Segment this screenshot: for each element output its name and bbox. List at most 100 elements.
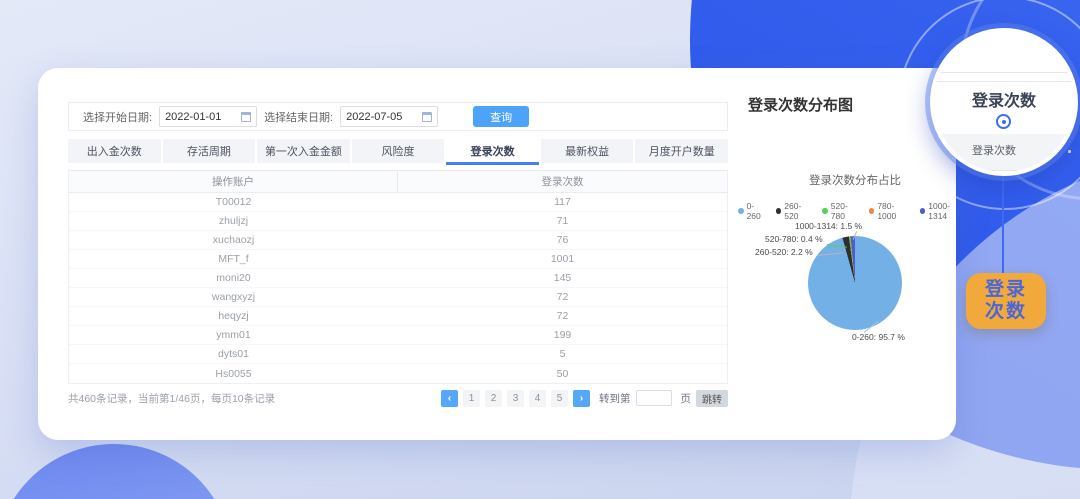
count-cell: 71 [556, 215, 569, 227]
table-row[interactable]: T00012 117 [69, 193, 727, 212]
magnifier-lens: 登录次数 登录次数 [930, 28, 1078, 176]
legend-item-260-520[interactable]: 260-520 [775, 201, 814, 221]
count-cell: 145 [553, 272, 572, 284]
tab-deposit-withdraw-count[interactable]: 出入金次数 [68, 139, 161, 163]
count-cell: 50 [556, 367, 569, 380]
account-cell: wangxyzj [211, 291, 256, 303]
legend-label: 520-780 [830, 201, 848, 221]
tab-survival-cycle[interactable]: 存活周期 [162, 139, 256, 163]
login-count-badge: 登录 次数 [966, 273, 1046, 329]
count-cell: 199 [553, 329, 572, 341]
pie-label-520-780: 520-780: 0.4 % [765, 234, 823, 244]
badge-line-1: 登录 [984, 279, 1027, 300]
jump-button[interactable]: 跳转 [696, 389, 728, 407]
goto-page-suffix: 页 [680, 392, 692, 405]
account-cell: heqyzj [218, 310, 249, 322]
goto-page-input[interactable] [635, 390, 672, 406]
legend-label: 0-260 [746, 201, 761, 221]
account-cell: zhuljzj [218, 215, 249, 227]
main-card: 选择开始日期: 2022-01-01 选择结束日期: 2022-07-05 查询… [38, 68, 956, 440]
start-date-value: 2022-01-01 [165, 110, 222, 123]
count-cell: 117 [554, 196, 571, 208]
account-cell: Hs0055 [215, 367, 252, 380]
account-cell: MFT_f [218, 253, 249, 265]
legend-item-1000-1314[interactable]: 1000-1314 [919, 201, 966, 221]
table-row[interactable]: heqyzj 72 [69, 307, 727, 326]
legend-dot [822, 208, 828, 214]
legend-label: 780-1000 [877, 201, 897, 221]
background-bottom-left-circle [0, 444, 233, 499]
account-cell: xuchaozj [212, 234, 255, 246]
count-cell: 72 [556, 291, 569, 303]
pie-label-1000-1314: 1000-1314: 1.5 % [795, 221, 863, 231]
tab-risk-degree[interactable]: 风险度 [351, 139, 445, 163]
count-cell: 5 [559, 348, 566, 360]
legend-dot [775, 208, 782, 214]
end-date-value: 2022-07-05 [346, 110, 403, 123]
legend-dot [738, 208, 744, 214]
magnified-divider [934, 72, 1074, 73]
table-footer: 共460条记录，当前第1/46页，每页10条记录 ‹ 1 2 3 4 5 › 转… [68, 388, 728, 408]
tab-bar: 出入金次数 存活周期 第一次入金金额 风险度 登录次数 最新权益 月度开户数量 [68, 139, 729, 165]
legend-item-780-1000[interactable]: 780-1000 [868, 201, 911, 221]
record-summary: 共460条记录，当前第1/46页，每页10条记录 [68, 392, 276, 405]
end-date-input[interactable]: 2022-07-05 [340, 106, 439, 127]
legend-item-0-260[interactable]: 0-260 [738, 201, 767, 221]
next-page-button[interactable]: › [573, 389, 590, 407]
goto-page-label: 转到第 [599, 392, 631, 405]
pie-chart[interactable] [808, 236, 902, 330]
account-cell: T00012 [215, 196, 252, 208]
account-cell: ymm01 [216, 329, 251, 341]
tab-monthly-accounts[interactable]: 月度开户数量 [635, 139, 729, 163]
legend-dot [919, 208, 926, 214]
column-header-account: 操作账户 [69, 171, 398, 192]
count-cell: 76 [556, 234, 569, 246]
pie-label-260-520: 260-520: 2.2 % [755, 247, 813, 257]
page-button-2[interactable]: 2 [485, 389, 502, 407]
page-button-3[interactable]: 3 [507, 389, 524, 407]
table-row[interactable]: ymm01 199 [69, 326, 727, 345]
magnified-divider [934, 81, 1074, 82]
count-cell: 72 [556, 310, 569, 322]
tab-first-deposit-amount[interactable]: 第一次入金金额 [257, 139, 350, 163]
tab-latest-equity[interactable]: 最新权益 [540, 139, 634, 163]
magnified-login-count-tab[interactable]: 登录次数 [934, 87, 1074, 111]
table-row[interactable]: moni20 145 [69, 269, 727, 288]
legend-item-520-780[interactable]: 520-780 [822, 201, 860, 221]
search-button[interactable]: 查询 [473, 106, 530, 127]
legend-label: 1000-1314 [928, 201, 950, 221]
page-button-4[interactable]: 4 [529, 389, 546, 407]
end-date-label: 选择结束日期: [264, 111, 334, 124]
tab-login-count[interactable]: 登录次数 [446, 139, 539, 165]
calendar-icon[interactable] [241, 111, 252, 122]
magnified-header-label: 登录次数 [972, 145, 1016, 157]
count-cell: 1001 [550, 253, 575, 265]
pie-chart-title: 登录次数分布占比 [809, 175, 901, 187]
magnified-divider [934, 170, 1074, 171]
start-date-input[interactable]: 2022-01-01 [159, 106, 258, 127]
account-cell: moni20 [216, 272, 251, 284]
legend-dot [868, 208, 875, 214]
column-header-login-count: 登录次数 [541, 176, 584, 188]
table-row[interactable]: wangxyzj 72 [69, 288, 727, 307]
page-button-1[interactable]: 1 [463, 389, 480, 407]
account-cell: dyts01 [218, 348, 249, 360]
table-header: 操作账户 登录次数 [69, 171, 727, 193]
badge-line-2: 次数 [984, 301, 1027, 322]
page-button-5[interactable]: 5 [551, 389, 568, 407]
table-row[interactable]: zhuljzj 71 [69, 212, 727, 231]
pie-label-0-260: 0-260: 95.7 % [852, 332, 905, 342]
table-row[interactable]: dyts01 5 [69, 345, 727, 364]
table-row[interactable]: MFT_f 1001 [69, 250, 727, 269]
calendar-icon[interactable] [422, 111, 433, 122]
filter-bar: 选择开始日期: 2022-01-01 选择结束日期: 2022-07-05 查询 [68, 102, 728, 131]
prev-page-button[interactable]: ‹ [441, 389, 458, 407]
table-row[interactable]: xuchaozj 76 [69, 231, 727, 250]
click-target-icon [996, 114, 1011, 129]
table-row[interactable]: Hs0055 50 [69, 364, 727, 383]
chart-panel-title: 登录次数分布图 [748, 97, 854, 114]
pagination: ‹ 1 2 3 4 5 › 转到第 页 跳转 [441, 389, 728, 407]
login-count-table: 操作账户 登录次数 T00012 117 zhuljzj 71 xuchaozj 76… [68, 170, 728, 384]
legend-label: 260-520 [784, 201, 802, 221]
chart-legend: 0-260 260-520 520-780 780-1000 1000-1314 [738, 201, 966, 221]
